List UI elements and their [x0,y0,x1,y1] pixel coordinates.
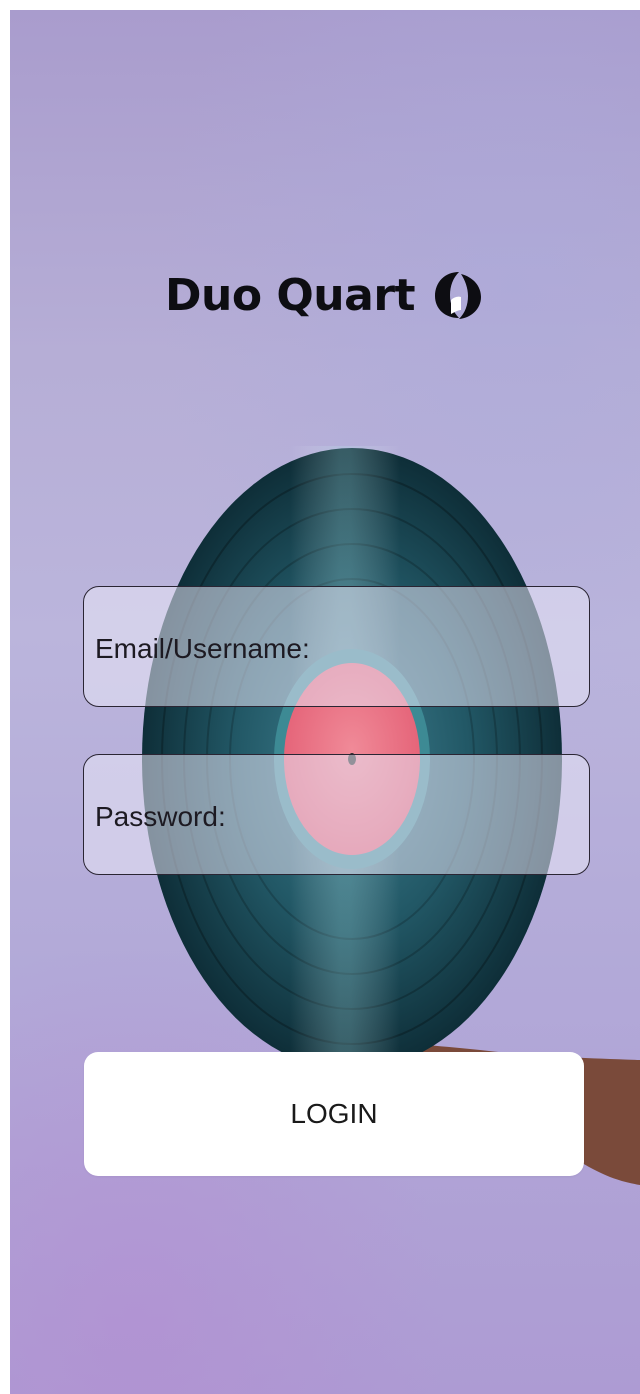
email-field[interactable]: Email/Username: [83,586,590,707]
brand-name: Duo Quart [165,269,416,321]
email-field-label: Email/Username: [95,633,310,664]
login-screen: Duo Quart Email/Username: Password: LOGI… [10,10,640,1394]
record-logo-icon [435,272,482,319]
brand: Duo Quart [165,265,485,325]
login-button[interactable]: LOGIN [84,1052,584,1176]
password-field[interactable]: Password: [83,754,590,875]
password-field-label: Password: [95,801,226,832]
login-button-label: LOGIN [290,1098,378,1129]
